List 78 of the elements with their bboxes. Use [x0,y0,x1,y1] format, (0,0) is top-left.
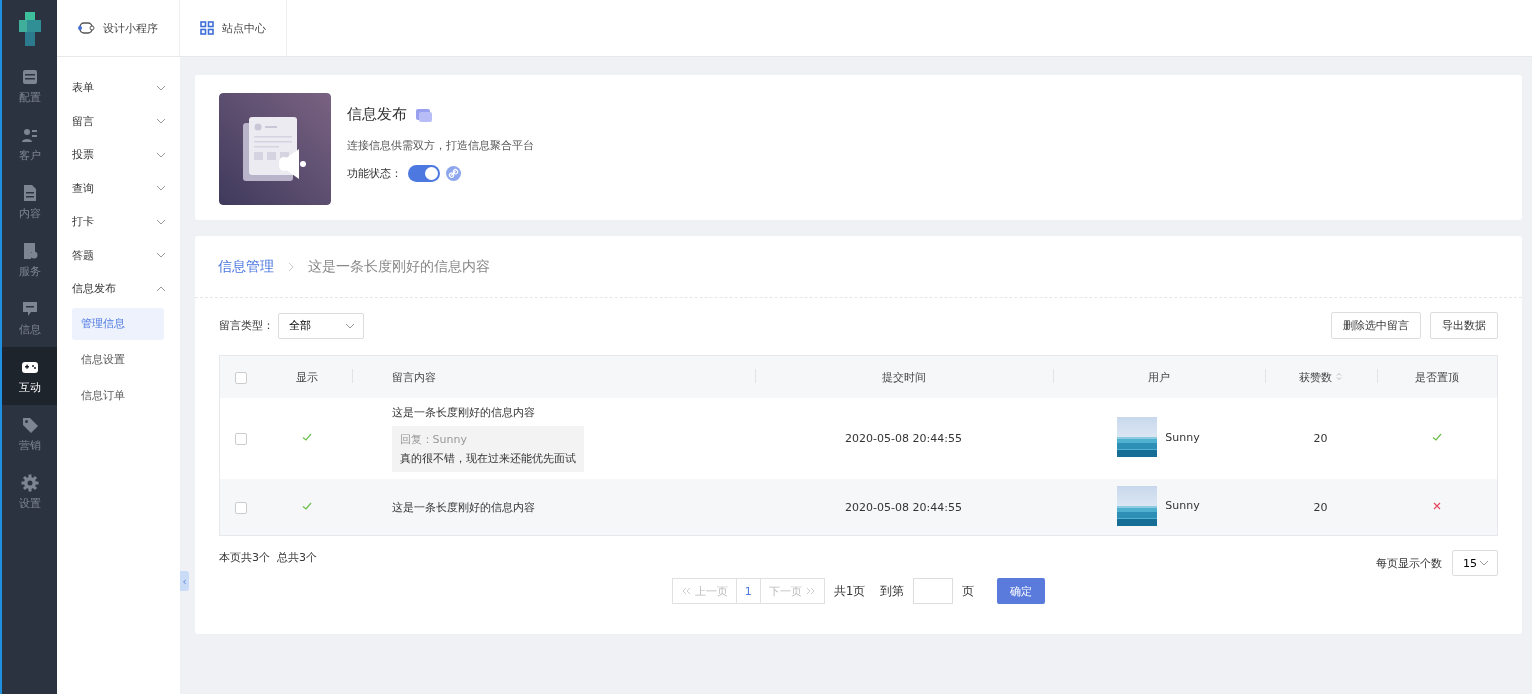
menu-group[interactable]: 查询 [72,171,180,205]
grid-icon [200,21,214,35]
rail-item[interactable]: 客户 [2,115,57,173]
chevron-down-icon [156,218,166,225]
double-right-icon [805,587,816,595]
like-count: 20 [1313,432,1328,445]
chevron-down-icon [345,322,355,329]
menu-group[interactable]: 投票 [72,138,180,172]
confirm-button[interactable]: 确定 [997,578,1046,604]
menu-group[interactable]: 留言 [72,104,180,138]
logo-icon [16,11,43,46]
rail-item[interactable]: 互动 [2,347,57,405]
chevron-down-icon [156,252,166,259]
per-page-select[interactable]: 15 [1452,550,1498,576]
action-button[interactable]: 导出数据 [1430,312,1498,339]
chevron-down-icon [156,151,166,158]
double-left-icon [680,587,691,595]
goto-suffix: 页 [962,582,975,600]
action-button[interactable]: 删除选中留言 [1331,312,1421,339]
goto-label: 到第 [880,582,905,600]
feature-description: 连接信息供需双方，打造信息聚合平台 [347,138,534,153]
user-name: Sunny [1165,430,1200,444]
filter-label: 留言类型： [219,318,274,333]
rail-item[interactable]: 设置 [2,463,57,521]
menu-group[interactable]: 信息发布 [72,272,180,306]
rail-item[interactable]: 服务 [2,231,57,289]
breadcrumb-item[interactable]: 这是一条长度刚好的信息内容 [308,258,490,276]
status-label: 功能状态： [347,166,402,181]
type-select[interactable]: 全部 [278,312,364,339]
chat-icon [20,299,39,318]
chevron-down-icon [156,118,166,125]
page-input[interactable] [913,578,954,604]
column-header: 是否置顶 [1414,370,1459,384]
rail-item[interactable]: 信息 [2,289,57,347]
reply-text: 真的很不错，现在过来还能优先面试 [399,451,576,466]
column-header: 用户 [1147,370,1170,384]
menu-group[interactable]: 打卡 [72,205,180,239]
menu-group[interactable]: 答题 [72,238,180,272]
sort-icon[interactable] [1335,371,1342,381]
top-tab[interactable]: 设计小程序 [57,0,180,56]
checkbox[interactable] [234,433,247,445]
column-header: 留言内容 [391,370,436,384]
chevron-down-icon [156,84,166,91]
message-content: 这是一条长度刚好的信息内容 [391,499,536,515]
message-content: 这是一条长度刚好的信息内容 [391,405,536,420]
like-count: 20 [1313,500,1328,514]
menu-group[interactable]: 表单 [72,71,180,105]
status-toggle[interactable] [408,165,440,182]
feature-title: 信息发布 [347,105,407,124]
sliders-icon [20,67,39,86]
total-pages: 共1页 [833,582,866,600]
column-header: 显示 [295,370,318,384]
link-nodes-icon [77,21,95,35]
page-summary: 本页共3个 总共3个 [219,550,317,565]
menu-item[interactable]: 信息设置 [72,343,164,376]
chevron-right-icon [288,262,294,272]
user-name: Sunny [1165,499,1200,512]
checkbox[interactable] [234,501,247,514]
chevron-up-icon [156,285,166,292]
link-icon[interactable] [446,166,461,181]
chevron-down-icon [1479,560,1489,566]
chevron-down-icon [156,185,166,192]
column-header: 提交时间 [881,370,926,384]
column-header: 获赞数 [1299,370,1333,384]
submit-time: 2020-05-08 20:44:55 [845,432,962,445]
menu-item[interactable]: 信息订单 [72,379,164,412]
submit-time: 2020-05-08 20:44:55 [845,500,962,514]
top-tab[interactable]: 站点中心 [180,0,287,56]
breadcrumb-item[interactable]: 信息管理 [218,258,274,276]
tag-icon [20,415,39,434]
per-page-label: 每页显示个数 [1376,555,1442,571]
reply-label: 回复：Sunny [399,432,468,447]
feature-badge-icon [415,106,433,123]
menu-item[interactable]: 管理信息 [72,307,164,340]
checkbox[interactable] [234,371,247,384]
rail-item[interactable]: 配置 [2,57,57,115]
rail-item[interactable]: 内容 [2,173,57,231]
rail-item[interactable]: 营销 [2,405,57,463]
